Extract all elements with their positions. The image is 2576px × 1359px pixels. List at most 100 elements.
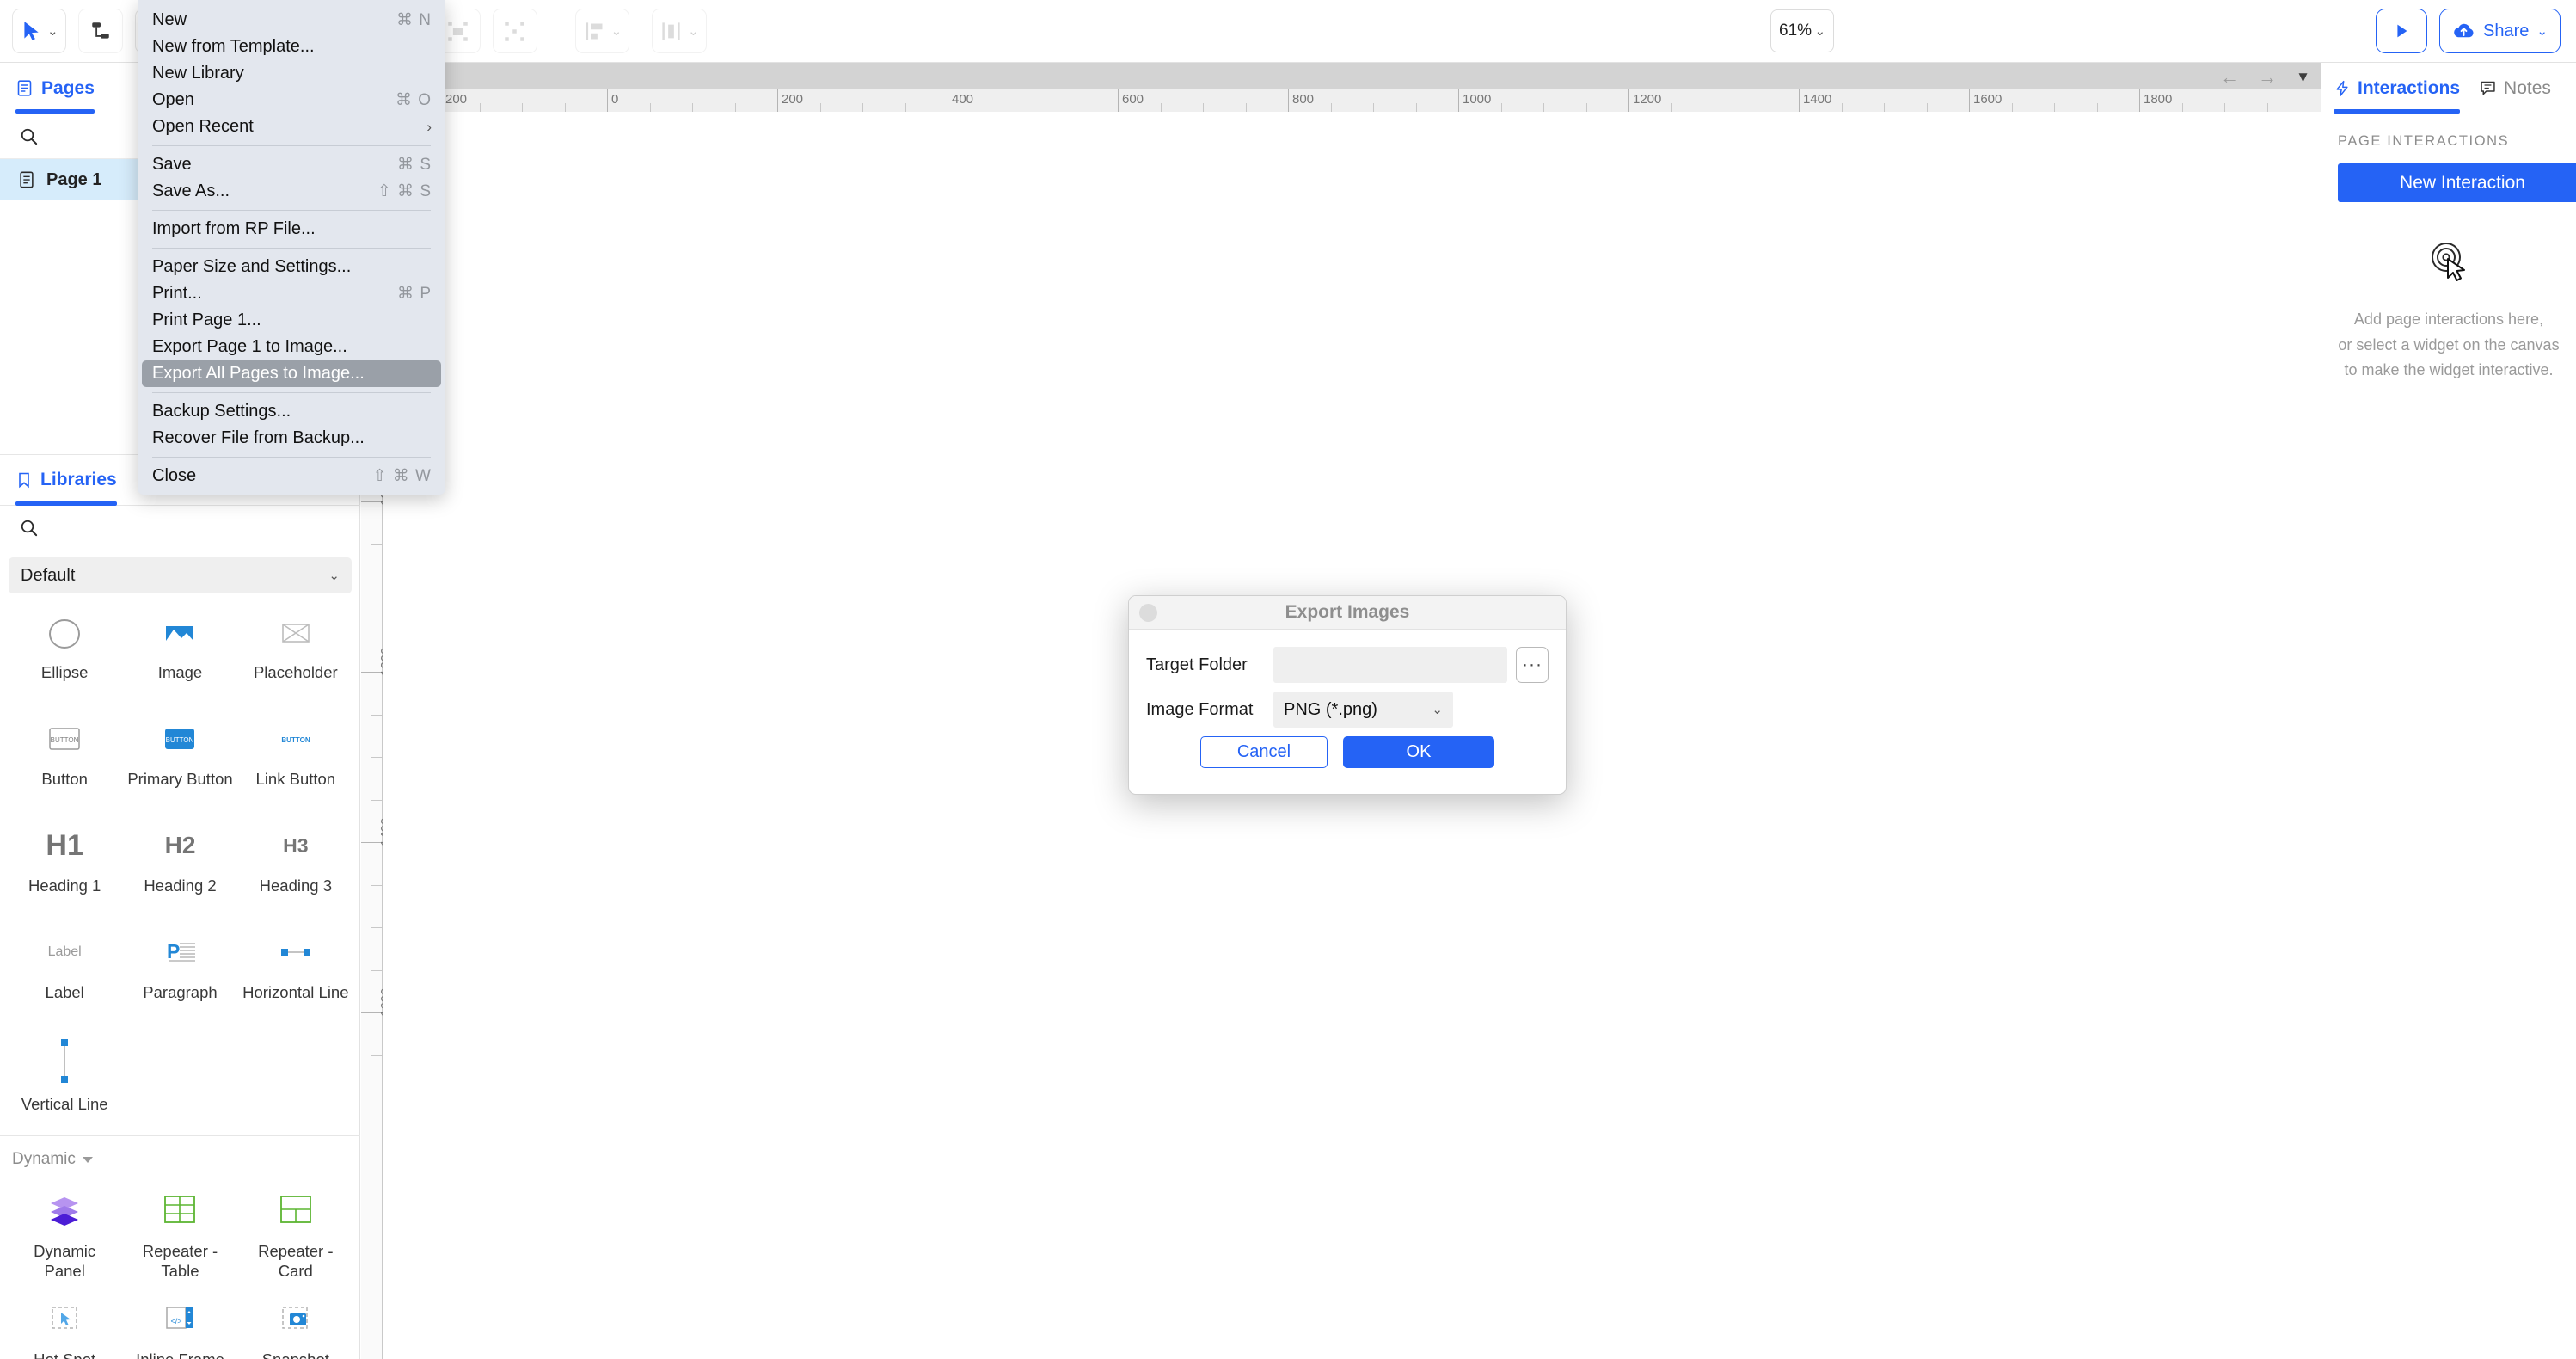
widget-label: Ellipse	[40, 663, 89, 681]
ruler-minor-tick	[371, 1055, 383, 1056]
interactions-empty-state: Add page interactions here, or select a …	[2321, 235, 2576, 384]
widget-label: Vertical Line	[21, 1095, 108, 1113]
widget-primary-button[interactable]: BUTTON Primary Button	[122, 704, 237, 807]
widget-label: Image	[157, 663, 203, 681]
ellipse-icon	[46, 609, 83, 655]
distribute-button[interactable]: ⌄	[652, 9, 707, 53]
widget-heading-1[interactable]: H1 Heading 1	[7, 810, 122, 913]
widget-heading-3[interactable]: H3 Heading 3	[238, 810, 353, 913]
group-header-dynamic[interactable]: Dynamic	[0, 1136, 360, 1172]
empty-line-1: Add page interactions here,	[2353, 311, 2544, 328]
chevron-down-icon: ⌄	[47, 23, 58, 39]
widget-label-elem[interactable]: Label Label	[7, 917, 122, 1020]
widget-button[interactable]: BUTTON Button	[7, 704, 122, 807]
widget-horizontal-line[interactable]: Horizontal Line	[238, 917, 353, 1020]
widget-ellipse[interactable]: Ellipse	[7, 597, 122, 700]
align-button[interactable]: ⌄	[574, 9, 630, 53]
share-button[interactable]: Share ⌄	[2439, 9, 2561, 53]
menu-item[interactable]: Print Page 1...	[138, 307, 445, 334]
placeholder-icon	[277, 609, 315, 655]
menu-item[interactable]: Recover File from Backup...	[138, 425, 445, 452]
menu-item[interactable]: New Library	[138, 60, 445, 87]
menu-item[interactable]: Save ⌘ S	[138, 151, 445, 178]
ruler-tick: 400	[948, 89, 973, 113]
preview-button[interactable]	[2376, 9, 2428, 53]
ruler-tick: 0	[607, 89, 618, 113]
export-images-dialog[interactable]: Export Images Target Folder ··· Image Fo…	[1128, 595, 1567, 795]
ruler-tick: 800	[1288, 89, 1314, 113]
button-icon: BUTTON	[43, 716, 86, 762]
tab-notes[interactable]: Notes	[2479, 63, 2551, 114]
prev-arrow-icon[interactable]: ←	[2220, 66, 2239, 89]
new-interaction-button[interactable]: New Interaction	[2338, 163, 2576, 202]
widget-repeater-card[interactable]: Repeater - Card	[238, 1176, 353, 1281]
menu-item-label: New Library	[152, 64, 244, 83]
ruler-minor-tick	[371, 544, 383, 545]
file-menu[interactable]: New ⌘ N New from Template... New Library Ope…	[138, 0, 445, 495]
widget-heading-2[interactable]: H2 Heading 2	[122, 810, 237, 913]
triangle-down-icon[interactable]: ▼	[2296, 69, 2310, 86]
widget-snapshot[interactable]: Snapshot	[238, 1284, 353, 1359]
menu-item[interactable]: Save As... ⇧ ⌘ S	[138, 178, 445, 205]
widget-vertical-line[interactable]: Vertical Line	[7, 1024, 122, 1127]
horizontal-line-icon	[275, 929, 316, 975]
image-format-select[interactable]: PNG (*.png) ⌄	[1273, 692, 1453, 728]
widget-link-button[interactable]: BUTTON Link Button	[238, 704, 353, 807]
tab-libraries-label: Libraries	[40, 470, 117, 489]
menu-item[interactable]: Open ⌘ O	[138, 87, 445, 114]
distribute-icon	[662, 22, 680, 40]
widget-label: Heading 1	[28, 876, 101, 895]
widget-label: Paragraph	[143, 983, 218, 1001]
h1-icon: H1	[46, 828, 83, 862]
dialog-close-dot[interactable]	[1139, 603, 1157, 622]
ungroup-button[interactable]	[492, 9, 537, 53]
select-tool-button[interactable]: ⌄	[12, 9, 66, 53]
ok-button[interactable]: OK	[1343, 736, 1494, 768]
library-select[interactable]: Default ⌄	[9, 557, 352, 593]
next-arrow-icon[interactable]: →	[2258, 66, 2277, 89]
tab-pages[interactable]: Pages	[15, 63, 95, 114]
new-interaction-label: New Interaction	[2400, 172, 2525, 193]
menu-item[interactable]: New from Template...	[138, 34, 445, 60]
vertical-line-icon	[52, 1036, 77, 1087]
ruler-minor-tick	[371, 757, 383, 758]
widget-image[interactable]: Image	[122, 597, 237, 700]
widget-inline-frame[interactable]: </> Inline Frame	[122, 1284, 237, 1359]
dialog-actions: Cancel OK	[1146, 736, 1549, 768]
menu-item[interactable]: New ⌘ N	[138, 7, 445, 34]
dialog-body: Target Folder ··· Image Format PNG (*.pn…	[1129, 630, 1566, 768]
dialog-title: Export Images	[1285, 602, 1410, 622]
widget-paragraph[interactable]: P Paragraph	[122, 917, 237, 1020]
zoom-select[interactable]: 61% ⌄	[1770, 9, 1835, 52]
menu-item[interactable]: Export All Pages to Image...	[142, 360, 441, 387]
libraries-section: Libraries Default ⌄ Ellipse Image Placeh…	[0, 454, 360, 1359]
menu-item[interactable]: Export Page 1 to Image...	[138, 334, 445, 360]
libraries-search-row[interactable]	[0, 506, 360, 550]
widget-placeholder[interactable]: Placeholder	[238, 597, 353, 700]
menu-separator	[152, 210, 431, 211]
menu-item[interactable]: Backup Settings...	[138, 398, 445, 425]
tab-libraries[interactable]: Libraries	[15, 455, 117, 506]
note-icon	[2481, 81, 2495, 95]
play-icon	[2397, 24, 2407, 38]
widget-dynamic-panel[interactable]: Dynamic Panel	[7, 1176, 122, 1281]
menu-item[interactable]: Print... ⌘ P	[138, 280, 445, 307]
widget-label: Inline Frame	[136, 1350, 224, 1359]
browse-folder-button[interactable]: ···	[1516, 647, 1549, 683]
menu-item-label: Open Recent	[152, 117, 254, 136]
tab-interactions[interactable]: Interactions	[2334, 63, 2461, 114]
widget-hot-spot[interactable]: Hot Spot	[7, 1284, 122, 1359]
empty-state-text: Add page interactions here, or select a …	[2324, 307, 2573, 384]
ruler-tick: 1200	[1628, 89, 1661, 113]
menu-item[interactable]: Open Recent ›	[138, 114, 445, 140]
menu-item[interactable]: Close ⇧ ⌘ W	[138, 463, 445, 489]
ruler-tick: 1600	[361, 988, 393, 1031]
cloud-upload-icon	[2454, 23, 2474, 37]
connector-tool-button[interactable]	[77, 9, 123, 53]
cancel-button[interactable]: Cancel	[1200, 736, 1328, 768]
menu-item[interactable]: Paper Size and Settings...	[138, 254, 445, 280]
menu-item[interactable]: Import from RP File...	[138, 216, 445, 243]
widget-repeater-table[interactable]: Repeater - Table	[122, 1176, 237, 1281]
target-folder-input[interactable]	[1273, 647, 1507, 683]
ruler-minor-tick	[371, 884, 383, 886]
